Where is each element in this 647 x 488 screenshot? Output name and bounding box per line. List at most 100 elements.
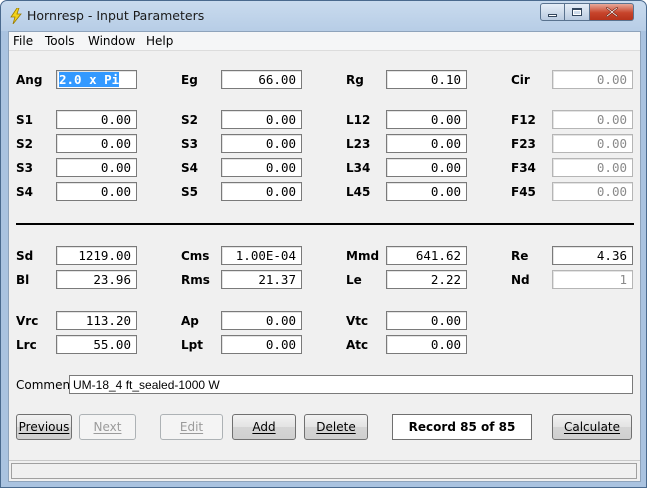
lrc-field[interactable]: 55.00 (56, 335, 137, 354)
label-lpt: Lpt (181, 338, 203, 352)
s3-col2-field[interactable]: 0.00 (221, 134, 302, 153)
label-eg: Eg (181, 73, 198, 87)
label-rms: Rms (181, 273, 210, 287)
window-title: Hornresp - Input Parameters (27, 8, 205, 23)
s2-col2-field[interactable]: 0.00 (221, 110, 302, 129)
calculate-label: Calculate (563, 420, 621, 434)
minimize-icon (548, 13, 557, 17)
rms-field[interactable]: 21.37 (221, 270, 302, 289)
previous-button[interactable]: Previous (16, 414, 72, 440)
re-field[interactable]: 4.36 (552, 246, 633, 265)
label-l45: L45 (346, 185, 371, 199)
s4-col2-field[interactable]: 0.00 (221, 158, 302, 177)
label-nd: Nd (511, 273, 530, 287)
comment-field[interactable]: UM-18_4 ft_sealed-1000 W (69, 375, 633, 394)
record-indicator: Record 85 of 85 (392, 414, 532, 440)
label-le: Le (346, 273, 362, 287)
mmd-field[interactable]: 641.62 (386, 246, 467, 265)
menu-tools[interactable]: Tools (45, 34, 75, 48)
ap-field[interactable]: 0.00 (221, 311, 302, 330)
label-f23: F23 (511, 137, 536, 151)
cms-field[interactable]: 1.00E-04 (221, 246, 302, 265)
calculate-button[interactable]: Calculate (552, 414, 632, 440)
l23-field[interactable]: 0.00 (386, 134, 467, 153)
label-s2: S2 (16, 137, 33, 151)
s5-field[interactable]: 0.00 (221, 182, 302, 201)
maximize-icon (572, 8, 582, 16)
vtc-field[interactable]: 0.00 (386, 311, 467, 330)
label-f45: F45 (511, 185, 536, 199)
previous-label: Previous (18, 420, 70, 434)
maximize-button[interactable] (565, 3, 590, 21)
nd-field[interactable]: 1 (552, 270, 633, 289)
eg-field[interactable]: 66.00 (221, 70, 302, 89)
label-l12: L12 (346, 113, 371, 127)
sd-field[interactable]: 1219.00 (56, 246, 137, 265)
status-bar (9, 460, 640, 481)
label-s5: S5 (181, 185, 198, 199)
f12-field: 0.00 (552, 110, 633, 129)
s3-field[interactable]: 0.00 (56, 158, 137, 177)
label-s4: S4 (16, 185, 33, 199)
label-lrc: Lrc (16, 338, 37, 352)
add-label: Add (252, 420, 276, 434)
label-rg: Rg (346, 73, 364, 87)
client-area: File Tools Window Help Ang 2.0 x Pi Eg 6… (8, 31, 641, 482)
next-button: Next (79, 414, 136, 440)
close-icon (605, 7, 618, 17)
label-bl: Bl (16, 273, 30, 287)
le-field[interactable]: 2.22 (386, 270, 467, 289)
label-sd: Sd (16, 249, 34, 263)
label-ang: Ang (16, 73, 43, 87)
label-atc: Atc (346, 338, 369, 352)
l12-field[interactable]: 0.00 (386, 110, 467, 129)
delete-button[interactable]: Delete (304, 414, 368, 440)
s2-field[interactable]: 0.00 (56, 134, 137, 153)
label-l34: L34 (346, 161, 371, 175)
label-s1: S1 (16, 113, 33, 127)
edit-label: Edit (179, 420, 204, 434)
label-re: Re (511, 249, 529, 263)
label-cms: Cms (181, 249, 210, 263)
label-vrc: Vrc (16, 314, 39, 328)
close-button[interactable] (590, 3, 634, 21)
edit-button: Edit (160, 414, 223, 440)
label-s4-col2: S4 (181, 161, 198, 175)
label-vtc: Vtc (346, 314, 369, 328)
label-l23: L23 (346, 137, 371, 151)
menu-bar: File Tools Window Help (9, 32, 640, 51)
lightning-bolt-icon (10, 8, 22, 24)
menu-file[interactable]: File (13, 34, 33, 48)
comment-label: Comment (16, 378, 75, 392)
menu-help[interactable]: Help (146, 34, 173, 48)
lpt-field[interactable]: 0.00 (221, 335, 302, 354)
label-s3-col2: S3 (181, 137, 198, 151)
label-ap: Ap (181, 314, 199, 328)
vrc-field[interactable]: 113.20 (56, 311, 137, 330)
label-cir: Cir (511, 73, 530, 87)
next-label: Next (93, 420, 122, 434)
ang-field[interactable]: 2.0 x Pi (56, 70, 137, 89)
rg-field[interactable]: 0.10 (386, 70, 467, 89)
f45-field: 0.00 (552, 182, 633, 201)
f23-field: 0.00 (552, 134, 633, 153)
minimize-button[interactable] (540, 3, 565, 21)
label-f12: F12 (511, 113, 536, 127)
cir-field: 0.00 (552, 70, 633, 89)
ang-value: 2.0 x Pi (59, 72, 120, 87)
section-divider (16, 223, 634, 225)
l45-field[interactable]: 0.00 (386, 182, 467, 201)
atc-field[interactable]: 0.00 (386, 335, 467, 354)
s4-field[interactable]: 0.00 (56, 182, 137, 201)
title-bar[interactable]: Hornresp - Input Parameters (1, 1, 646, 31)
label-f34: F34 (511, 161, 536, 175)
add-button[interactable]: Add (232, 414, 296, 440)
label-mmd: Mmd (346, 249, 380, 263)
bl-field[interactable]: 23.96 (56, 270, 137, 289)
s1-field[interactable]: 0.00 (56, 110, 137, 129)
app-window: Hornresp - Input Parameters File Tools W… (0, 0, 647, 488)
menu-window[interactable]: Window (88, 34, 135, 48)
f34-field: 0.00 (552, 158, 633, 177)
l34-field[interactable]: 0.00 (386, 158, 467, 177)
delete-label: Delete (316, 420, 356, 434)
